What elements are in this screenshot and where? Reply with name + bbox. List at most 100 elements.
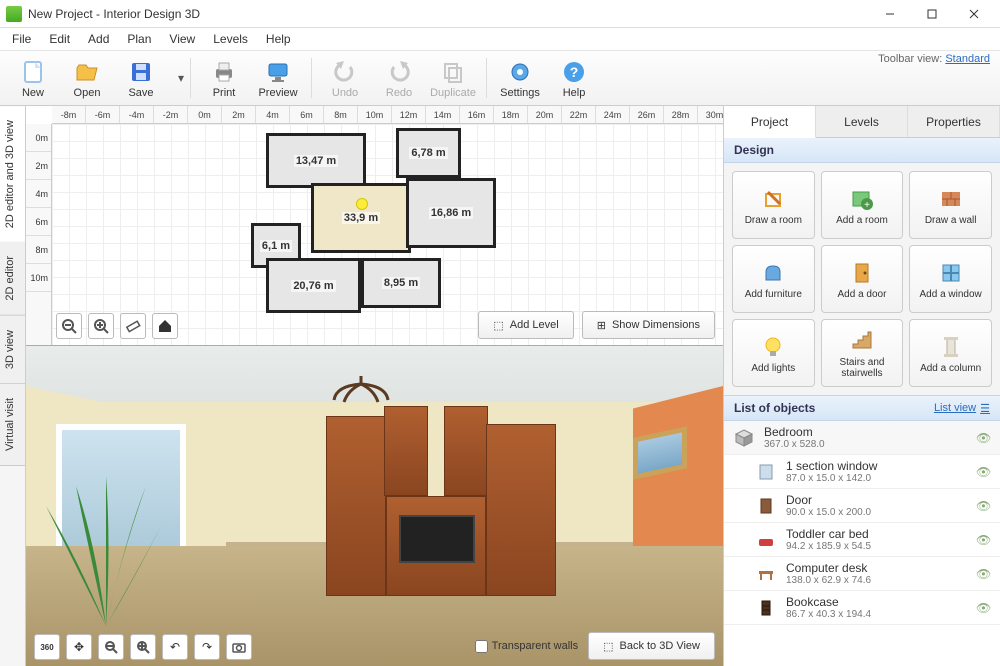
layers-icon: ⬚ — [493, 319, 503, 332]
help-button[interactable]: ? Help — [547, 53, 601, 103]
undo-button[interactable]: Undo — [318, 53, 372, 103]
rotate-360-button[interactable]: 360 — [34, 634, 60, 660]
list-item[interactable]: Bedroom367.0 x 528.0 👁 — [724, 421, 1000, 455]
list-icon: ☰ — [980, 402, 990, 415]
render-tools: 360 ✥ ↶ ↷ — [34, 634, 252, 660]
back-to-3d-button[interactable]: ⬚Back to 3D View — [588, 632, 715, 660]
add-window-button[interactable]: Add a window — [909, 245, 992, 313]
new-button[interactable]: New — [6, 53, 60, 103]
visibility-toggle[interactable]: 👁 — [976, 499, 992, 513]
list-item[interactable]: Toddler car bed94.2 x 185.9 x 54.5 👁 — [724, 523, 1000, 557]
tv-screen — [399, 515, 475, 563]
selection-marker[interactable] — [356, 198, 368, 210]
visibility-toggle[interactable]: 👁 — [976, 465, 992, 479]
toolbar-view-switch[interactable]: Toolbar view: Standard — [878, 53, 990, 65]
room-label: 8,95 m — [382, 277, 420, 289]
list-item[interactable]: Door90.0 x 15.0 x 200.0 👁 — [724, 489, 1000, 523]
maximize-button[interactable] — [912, 3, 952, 25]
redo-3d-button[interactable]: ↷ — [194, 634, 220, 660]
transparent-walls-checkbox[interactable]: Transparent walls — [475, 640, 578, 653]
add-lights-button[interactable]: Add lights — [732, 319, 815, 387]
zoom-in-button[interactable] — [88, 313, 114, 339]
save-dropdown-icon[interactable]: ▾ — [178, 71, 184, 85]
room-label: 13,47 m — [294, 155, 338, 167]
room-label: 6,78 m — [409, 147, 447, 159]
add-room-button[interactable]: +Add a room — [821, 171, 904, 239]
measure-button[interactable] — [120, 313, 146, 339]
list-view-toggle[interactable]: List view ☰ — [934, 402, 990, 415]
menubar: File Edit Add Plan View Levels Help — [0, 28, 1000, 50]
menu-help[interactable]: Help — [258, 30, 299, 48]
plan-2d-area[interactable]: -8m-6m-4m-2m0m2m4m6m8m10m12m14m16m18m20m… — [26, 106, 723, 346]
zoom-out-3d-button[interactable] — [98, 634, 124, 660]
pencil-room-icon — [759, 185, 787, 213]
render-3d-area[interactable]: 360 ✥ ↶ ↷ Transparent walls ⬚Back to 3D … — [26, 346, 723, 666]
vtab-2d-editor[interactable]: 2D editor — [0, 242, 25, 316]
ruler-vertical: 0m2m4m6m8m10m — [26, 124, 52, 345]
menu-edit[interactable]: Edit — [41, 30, 78, 48]
object-list[interactable]: Bedroom367.0 x 528.0 👁 1 section window8… — [724, 421, 1000, 666]
floorplan[interactable]: 13,47 m 6,78 m 33,9 m 16,86 m 6,1 m 20,7… — [266, 128, 506, 318]
list-item[interactable]: Computer desk138.0 x 62.9 x 74.6 👁 — [724, 557, 1000, 591]
visibility-toggle[interactable]: 👁 — [976, 567, 992, 581]
home-button[interactable] — [152, 313, 178, 339]
menu-levels[interactable]: Levels — [205, 30, 256, 48]
room-label: 6,1 m — [260, 240, 292, 252]
menu-add[interactable]: Add — [80, 30, 117, 48]
list-item[interactable]: Bookcase86.7 x 40.3 x 194.4 👁 — [724, 591, 1000, 625]
help-icon: ? — [560, 58, 588, 86]
settings-button[interactable]: Settings — [493, 53, 547, 103]
vtab-2d-and-3d[interactable]: 2D editor and 3D view — [0, 106, 25, 242]
room-label: 33,9 m — [342, 212, 380, 224]
menu-view[interactable]: View — [161, 30, 203, 48]
toolbar: New Open Save ▾ Print Preview Undo Redo … — [0, 50, 1000, 106]
plan-tools — [56, 313, 178, 339]
duplicate-icon — [439, 58, 467, 86]
add-furniture-button[interactable]: Add furniture — [732, 245, 815, 313]
draw-room-button[interactable]: Draw a room — [732, 171, 815, 239]
zoom-out-button[interactable] — [56, 313, 82, 339]
pan-button[interactable]: ✥ — [66, 634, 92, 660]
minimize-button[interactable] — [870, 3, 910, 25]
tab-levels[interactable]: Levels — [816, 106, 908, 137]
redo-button[interactable]: Redo — [372, 53, 426, 103]
room-label: 20,76 m — [291, 280, 335, 292]
ceiling-lamp — [326, 376, 396, 406]
preview-button[interactable]: Preview — [251, 53, 305, 103]
vtab-virtual-visit[interactable]: Virtual visit — [0, 384, 25, 466]
tab-project[interactable]: Project — [724, 106, 816, 138]
add-stairs-button[interactable]: Stairs and stairwells — [821, 319, 904, 387]
window-title: New Project - Interior Design 3D — [28, 7, 870, 21]
close-button[interactable] — [954, 3, 994, 25]
open-button[interactable]: Open — [60, 53, 114, 103]
zoom-in-3d-button[interactable] — [130, 634, 156, 660]
add-level-button[interactable]: ⬚Add Level — [478, 311, 573, 339]
room-label: 16,86 m — [429, 207, 473, 219]
undo-3d-button[interactable]: ↶ — [162, 634, 188, 660]
print-button[interactable]: Print — [197, 53, 251, 103]
visibility-toggle[interactable]: 👁 — [976, 601, 992, 615]
tab-properties[interactable]: Properties — [908, 106, 1000, 137]
visibility-toggle[interactable]: 👁 — [976, 431, 992, 445]
show-dimensions-button[interactable]: ⊞Show Dimensions — [582, 311, 715, 339]
back-3d-icon: ⬚ — [603, 640, 613, 653]
save-icon — [127, 58, 155, 86]
save-button[interactable]: Save — [114, 53, 168, 103]
duplicate-button[interactable]: Duplicate — [426, 53, 480, 103]
vtab-3d-view[interactable]: 3D view — [0, 316, 25, 384]
ruler-horizontal: -8m-6m-4m-2m0m2m4m6m8m10m12m14m16m18m20m… — [52, 106, 723, 124]
menu-file[interactable]: File — [4, 30, 39, 48]
add-door-button[interactable]: Add a door — [821, 245, 904, 313]
folder-open-icon — [73, 58, 101, 86]
draw-wall-button[interactable]: Draw a wall — [909, 171, 992, 239]
list-item[interactable]: 1 section window87.0 x 15.0 x 142.0 👁 — [724, 455, 1000, 489]
snapshot-button[interactable] — [226, 634, 252, 660]
add-column-button[interactable]: Add a column — [909, 319, 992, 387]
wardrobe — [486, 424, 556, 596]
bookcase-item-icon — [754, 596, 778, 620]
stairs-icon — [848, 327, 876, 355]
titlebar: New Project - Interior Design 3D — [0, 0, 1000, 28]
menu-plan[interactable]: Plan — [119, 30, 159, 48]
lightbulb-icon — [759, 333, 787, 361]
visibility-toggle[interactable]: 👁 — [976, 533, 992, 547]
